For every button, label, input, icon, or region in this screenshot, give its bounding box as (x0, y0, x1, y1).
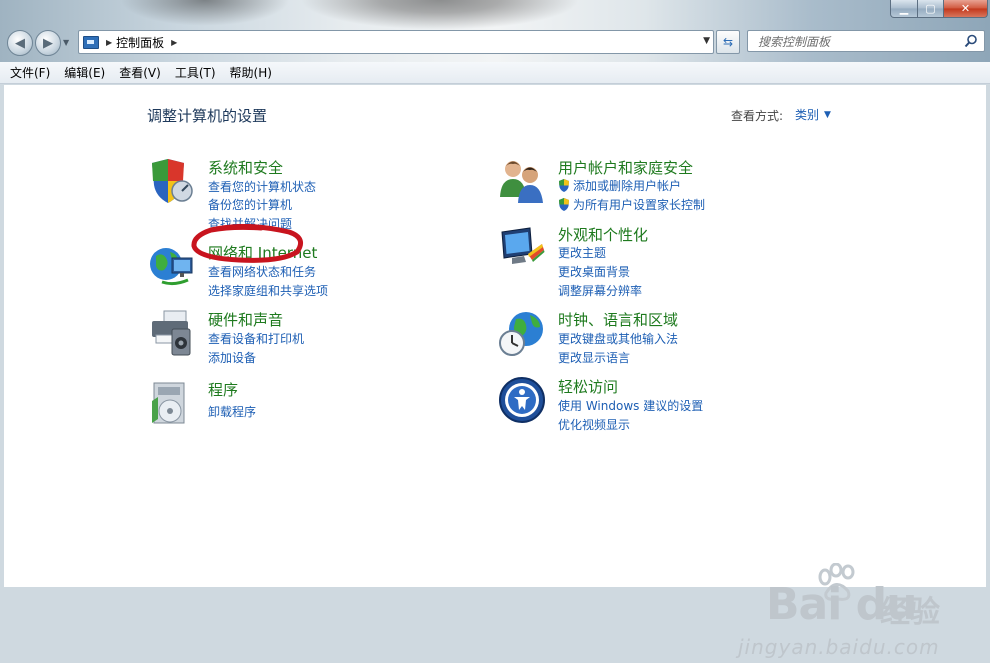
maximize-button[interactable]: ▢ (918, 0, 944, 18)
watermark-url: jingyan.baidu.com (738, 635, 940, 659)
printer-speaker-icon[interactable] (148, 309, 196, 357)
menu-help[interactable]: 帮助(H) (230, 64, 272, 81)
refresh-button[interactable]: ⇆ (716, 30, 740, 54)
link-change-theme[interactable]: 更改主题 (558, 244, 606, 261)
category-title[interactable]: 外观和个性化 (558, 224, 648, 245)
watermark-jingyan: 经验 (880, 595, 940, 630)
link-backup-computer[interactable]: 备份您的计算机 (208, 196, 292, 213)
shield-icon[interactable] (148, 157, 196, 205)
refresh-icon: ⇆ (722, 35, 734, 49)
annotation-red-circle (191, 224, 304, 263)
link-devices-printers[interactable]: 查看设备和打印机 (208, 330, 304, 347)
category-title[interactable]: 用户帐户和家庭安全 (558, 157, 693, 178)
close-button[interactable]: ✕ (944, 0, 988, 18)
breadcrumb-separator-icon[interactable]: ▶ (106, 38, 112, 47)
link-view-computer-status[interactable]: 查看您的计算机状态 (208, 178, 316, 195)
link-adjust-resolution[interactable]: 调整屏幕分辨率 (558, 282, 642, 299)
search-input[interactable] (756, 32, 960, 52)
search-box[interactable] (747, 30, 985, 52)
recent-pages-dropdown[interactable]: ▼ (63, 38, 69, 47)
uac-shield-icon (559, 198, 569, 211)
address-bar[interactable]: ▶ 控制面板 ▶ ▼ (78, 30, 714, 54)
monitor-paint-icon[interactable] (498, 224, 546, 272)
caption-buttons: ▁ ▢ ✕ (890, 0, 988, 18)
globe-clock-icon[interactable] (498, 309, 546, 357)
menu-view[interactable]: 查看(V) (119, 64, 161, 81)
link-homegroup-sharing[interactable]: 选择家庭组和共享选项 (208, 282, 328, 299)
link-uninstall-program[interactable]: 卸载程序 (208, 403, 256, 420)
link-view-network-status[interactable]: 查看网络状态和任务 (208, 263, 316, 280)
category-title[interactable]: 轻松访问 (558, 376, 618, 397)
link-optimize-visual-display[interactable]: 优化视频显示 (558, 416, 630, 433)
category-title[interactable]: 时钟、语言和区域 (558, 309, 678, 330)
forward-button[interactable]: ▶ (35, 30, 61, 56)
programs-box-icon[interactable] (148, 379, 196, 427)
content-pane: 调整计算机的设置 查看方式: 类别 ▼ 系统和安全 查看您的计算机状态 备份您的… (4, 85, 986, 659)
link-text[interactable]: 为所有用户设置家长控制 (573, 196, 705, 213)
link-change-desktop-background[interactable]: 更改桌面背景 (558, 263, 630, 280)
watermark: Bai du 经验 jingyan.baidu.com (738, 563, 966, 663)
search-icon[interactable] (964, 34, 978, 48)
uac-shield-icon (559, 179, 569, 192)
desktop-background-glimpse (300, 0, 580, 30)
address-dropdown-icon[interactable]: ▼ (703, 36, 710, 46)
view-by-label: 查看方式: (731, 109, 784, 123)
back-button[interactable]: ◀ (7, 30, 33, 56)
view-by-dropdown[interactable]: 类别 (795, 106, 819, 123)
category-title[interactable]: 系统和安全 (208, 157, 283, 178)
link-windows-recommended-settings[interactable]: 使用 Windows 建议的设置 (558, 397, 703, 414)
menu-edit[interactable]: 编辑(E) (64, 64, 105, 81)
menu-bar: 文件(F) 编辑(E) 查看(V) 工具(T) 帮助(H) (0, 62, 990, 84)
breadcrumb-control-panel[interactable]: 控制面板 (116, 34, 164, 51)
users-icon[interactable] (498, 157, 546, 205)
link-change-display-language[interactable]: 更改显示语言 (558, 349, 630, 366)
menu-tools[interactable]: 工具(T) (175, 64, 216, 81)
minimize-button[interactable]: ▁ (890, 0, 918, 18)
arrow-right-icon: ▶ (43, 35, 53, 51)
page-title: 调整计算机的设置 (147, 107, 268, 125)
control-panel-icon (83, 35, 99, 49)
desktop-background-glimpse (120, 0, 290, 26)
link-add-device[interactable]: 添加设备 (208, 349, 256, 366)
menu-file[interactable]: 文件(F) (10, 64, 50, 81)
link-text[interactable]: 添加或删除用户帐户 (573, 177, 681, 194)
breadcrumb-separator-icon[interactable]: ▶ (171, 38, 177, 47)
category-title[interactable]: 硬件和声音 (208, 309, 283, 330)
category-title[interactable]: 程序 (208, 379, 238, 400)
link-parental-controls[interactable]: 为所有用户设置家长控制 (558, 196, 705, 213)
ease-of-access-icon[interactable] (498, 376, 546, 424)
arrow-left-icon: ◀ (15, 35, 25, 51)
chevron-down-icon[interactable]: ▼ (824, 110, 831, 120)
link-change-keyboard-input[interactable]: 更改键盘或其他输入法 (558, 330, 678, 347)
link-add-remove-accounts[interactable]: 添加或删除用户帐户 (558, 177, 681, 194)
